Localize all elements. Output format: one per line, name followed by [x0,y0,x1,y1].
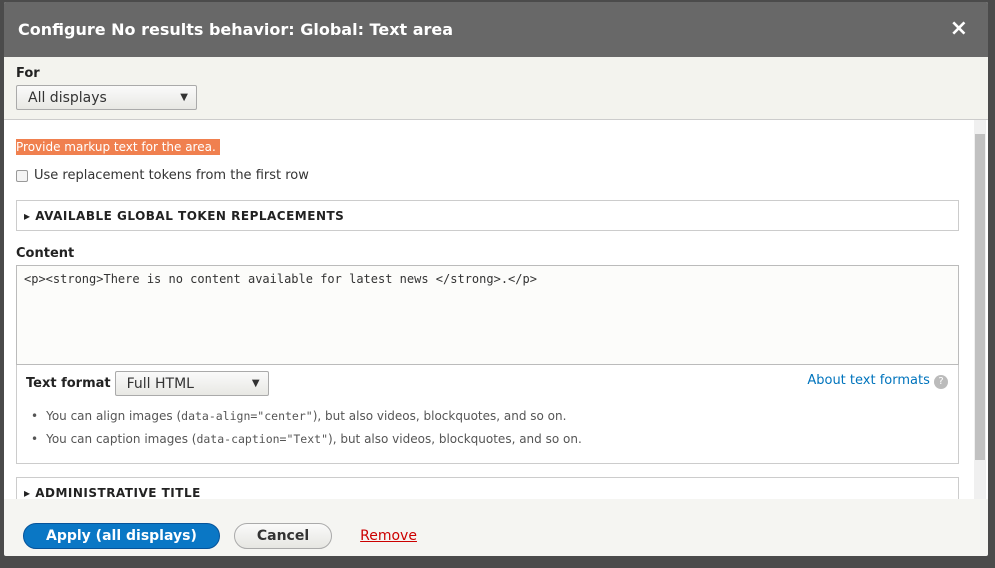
dialog-header: Configure No results behavior: Global: T… [4,2,988,57]
tip-code: data-caption="Text" [196,432,329,446]
text-format-wrapper: Text format Full HTML ▼ About text format… [16,365,959,464]
description-text: Provide markup text for the area. [16,139,220,155]
tip-item: You can caption images (data-caption="Te… [31,432,582,446]
scrollbar-thumb[interactable] [975,134,985,460]
tip-text: You can caption images ( [46,432,197,446]
remove-link[interactable]: Remove [360,528,417,544]
tip-code: data-align="center" [181,409,313,423]
tip-item: You can align images (data-align="center… [31,409,582,423]
dialog-title: Configure No results behavior: Global: T… [18,20,454,39]
global-tokens-details[interactable]: ▸ AVAILABLE GLOBAL TOKEN REPLACEMENTS [16,200,959,231]
tip-text: ), but also videos, blockquotes, and so … [328,432,582,446]
for-select-value: All displays [28,89,107,106]
close-icon[interactable]: × [950,16,968,41]
content-textarea[interactable]: <p><strong>There is no content available… [16,265,959,365]
tokens-checkbox[interactable]: Use replacement tokens from the first ro… [16,168,309,183]
content-label: Content [16,246,75,261]
apply-button[interactable]: Apply (all displays) [23,522,220,549]
checkbox[interactable] [16,169,28,182]
text-format-value: Full HTML [126,375,194,392]
for-label: For [16,66,40,81]
text-format-select[interactable]: Full HTML ▼ [114,371,269,396]
text-format-label: Text format [26,376,111,391]
format-tips: You can align images (data-align="center… [31,409,582,455]
for-section: For All displays ▼ [4,57,988,120]
about-link-text: About text formats [807,373,930,388]
dialog-body: Provide markup text for the area. Use re… [4,120,988,499]
details-summary: ADMINISTRATIVE TITLE [35,486,201,499]
scrollbar[interactable] [974,120,986,499]
dialog-footer: Apply (all displays) Cancel Remove [4,499,988,556]
details-summary: AVAILABLE GLOBAL TOKEN REPLACEMENTS [35,209,345,223]
about-text-formats-link[interactable]: About text formats ? [807,373,948,389]
configure-dialog: Configure No results behavior: Global: T… [4,2,988,556]
tip-text: You can align images ( [46,409,182,423]
triangle-right-icon: ▸ [24,209,36,223]
chevron-down-icon: ▼ [251,378,260,389]
checkbox-label: Use replacement tokens from the first ro… [34,168,309,183]
cancel-button[interactable]: Cancel [233,522,333,549]
admin-title-details[interactable]: ▸ ADMINISTRATIVE TITLE [16,477,959,499]
tip-text: ), but also videos, blockquotes, and so … [312,409,567,423]
chevron-down-icon: ▼ [180,92,188,103]
help-icon: ? [934,375,948,389]
for-select[interactable]: All displays ▼ [16,85,197,110]
triangle-right-icon: ▸ [24,486,36,499]
